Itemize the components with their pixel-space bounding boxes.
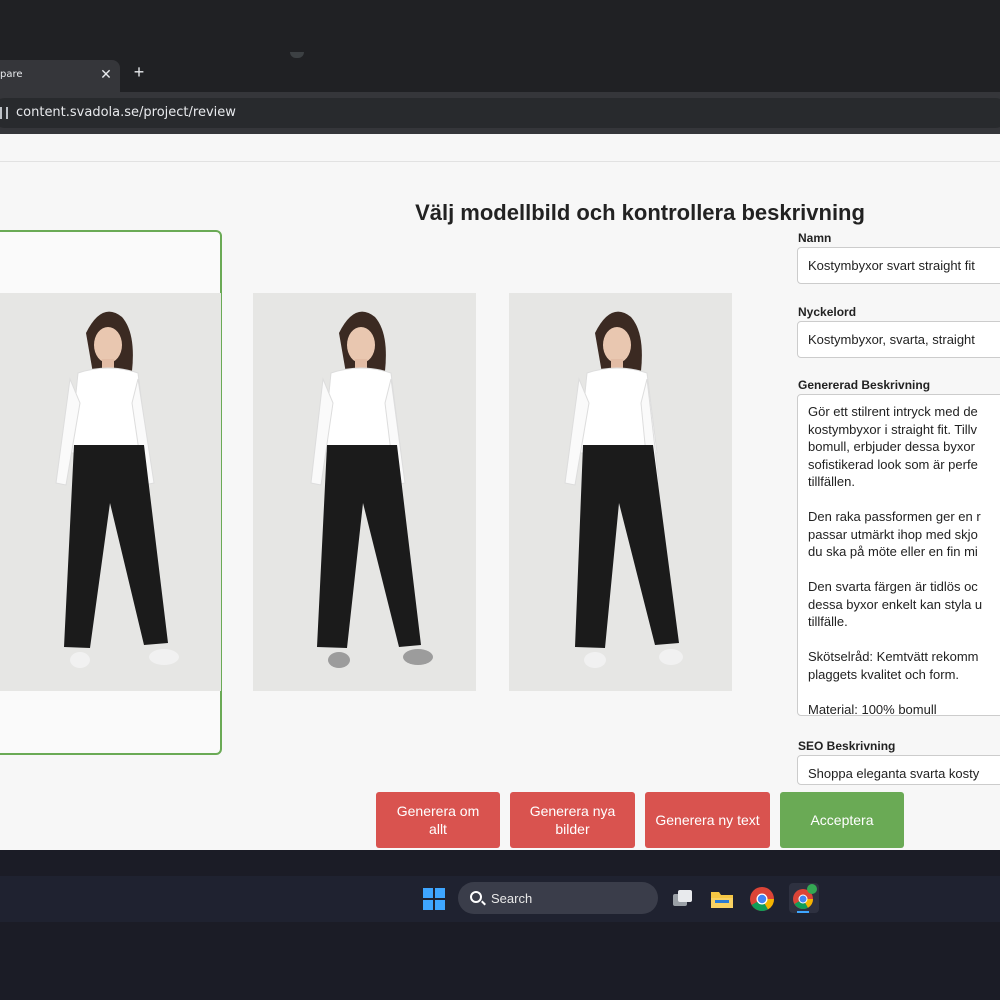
taskbar-search-label: Search	[491, 891, 533, 906]
desktop-background	[0, 850, 1000, 1000]
keywords-field[interactable]: Kostymbyxor, svarta, straight	[797, 321, 1000, 358]
windows-start-icon[interactable]	[423, 888, 445, 910]
model-photo-1	[0, 293, 221, 691]
seo-description-label: SEO Beskrivning	[798, 739, 896, 753]
page-content: Välj modellbild och kontrollera beskrivn…	[0, 134, 1000, 850]
model-photo-3	[509, 293, 732, 691]
browser-tab[interactable]: pare ✕	[0, 60, 120, 92]
page-title: Välj modellbild och kontrollera beskrivn…	[415, 200, 865, 225]
model-photo-2	[253, 293, 476, 691]
browser-toolbar: content.svadola.se/project/review	[0, 92, 1000, 134]
model-image-3[interactable]	[509, 293, 732, 691]
chrome-icon[interactable]	[749, 886, 775, 912]
chrome-profile-icon[interactable]	[789, 883, 819, 913]
tab-title: pare	[0, 69, 23, 80]
generate-new-text-button[interactable]: Generera ny text	[645, 792, 770, 848]
regenerate-all-button[interactable]: Generera om allt	[376, 792, 500, 848]
description-textarea[interactable]: Gör ett stilrent intryck med de kostymby…	[797, 394, 1000, 716]
generate-new-images-button[interactable]: Generera nya bilder	[510, 792, 635, 848]
file-explorer-icon[interactable]	[709, 886, 735, 912]
name-field[interactable]: Kostymbyxor svart straight fit	[797, 247, 1000, 284]
taskbar-search[interactable]: Search	[458, 882, 658, 914]
task-view-icon[interactable]	[669, 886, 695, 912]
browser-titlebar	[0, 0, 1000, 92]
model-image-2[interactable]	[253, 293, 476, 691]
address-url[interactable]: content.svadola.se/project/review	[16, 105, 236, 120]
accept-button[interactable]: Acceptera	[780, 792, 904, 848]
description-label: Genererad Beskrivning	[798, 378, 931, 392]
model-image-1[interactable]	[0, 293, 221, 691]
search-icon	[470, 891, 482, 903]
page-top-strip	[0, 134, 1000, 162]
seo-description-field[interactable]: Shoppa eleganta svarta kosty	[797, 755, 1000, 785]
close-tab-icon[interactable]: ✕	[98, 66, 114, 82]
address-bar[interactable]: content.svadola.se/project/review	[0, 98, 1000, 128]
name-label: Namn	[798, 231, 832, 245]
site-info-icon[interactable]	[0, 107, 8, 119]
keywords-label: Nyckelord	[798, 305, 857, 319]
new-tab-button[interactable]: +	[130, 62, 148, 82]
